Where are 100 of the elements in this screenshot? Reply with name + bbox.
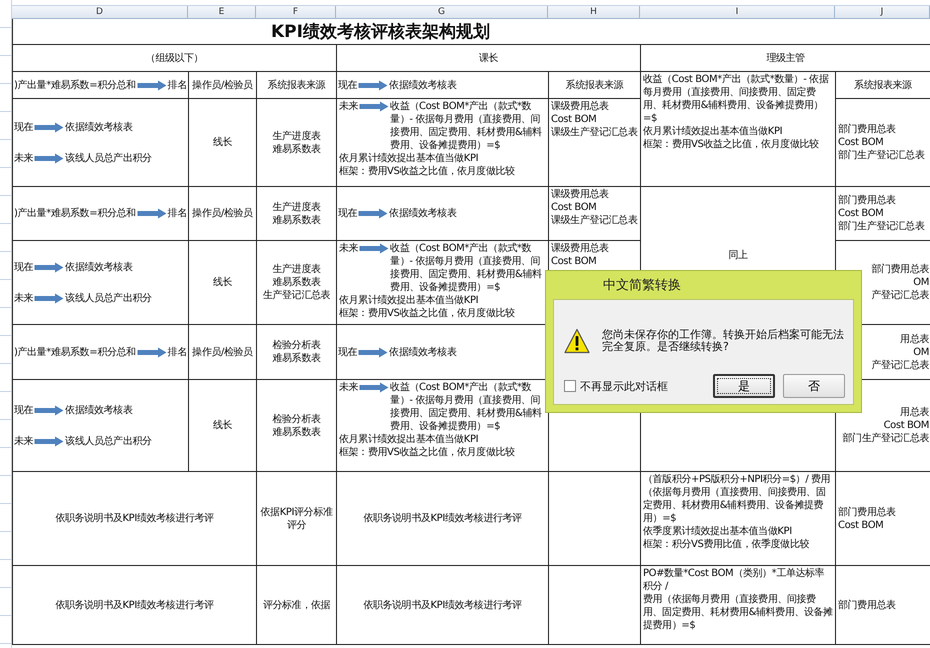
cell-text: 依职务说明书及KPI绩效考核进行考评 — [363, 598, 522, 612]
cell-text: )产出量*难易系数=积分总和 — [14, 207, 136, 220]
cell-text: 框架：费用VS收益之比值，依月度做比较 — [339, 165, 515, 178]
cell-text: 产登记汇总表 — [871, 289, 929, 302]
cell-text: 收益（Cost BOM*产出（款式*数量）- 依据每月费用（直接费用、间接费用、固定费用、耗材费用&辅料费用、设备摊提费用）=$ — [390, 242, 543, 294]
dialog-button[interactable]: 否 — [783, 374, 845, 398]
arrow-icon — [359, 243, 390, 254]
cell-text: 现在 — [14, 404, 34, 416]
dont-show-checkbox[interactable]: 不再显示此对话框 — [564, 378, 668, 394]
cell-text: 现在 — [338, 346, 358, 358]
cell-text: 生产进度表 — [272, 263, 320, 276]
cell-text: OM — [913, 276, 929, 289]
cell-text: 课级生产登记汇总表 — [551, 214, 638, 227]
cell-text: 排名 — [168, 78, 187, 92]
cell-text: 检验分析表 — [272, 339, 320, 352]
cell-text: 线长 — [212, 276, 232, 289]
arrow-icon — [136, 346, 167, 358]
cell-text: 框架：积分VS费用比值，依季度做比较 — [643, 538, 809, 551]
column-header[interactable]: G — [336, 6, 548, 18]
cell-text: 现在 — [14, 120, 34, 134]
cell-text: 检验分析表 — [272, 412, 320, 426]
cell-text: Cost BOM — [838, 207, 884, 220]
cell-text: 系统报表来源 — [268, 78, 326, 92]
arrow-icon — [34, 122, 64, 132]
cell-text: Cost BOM — [884, 419, 929, 432]
column-header[interactable]: F — [256, 6, 336, 18]
cell-text: 用总表 — [900, 406, 929, 419]
column-header[interactable]: H — [548, 6, 640, 18]
cell-text: 同上 — [728, 249, 748, 262]
cell-text: 难易系数表 — [272, 214, 320, 226]
cell-text: 排名 — [168, 207, 187, 220]
cell-text: Cost BOM — [551, 255, 596, 268]
cell-text: 难易系数表 — [272, 426, 320, 438]
cell-text: 现在 — [338, 78, 358, 92]
group-header: （组级以下） — [146, 52, 204, 64]
cell-text: 依据绩效考核表 — [65, 404, 132, 416]
cell-text: 依据KPI评分标准 — [260, 506, 332, 518]
cell-text: 依季度累计绩效捉出基本值当做KPI — [643, 525, 792, 538]
cell-text: 依据绩效考核表 — [389, 78, 456, 92]
arrow-icon — [34, 404, 64, 416]
cell-text: 框架：费用VS收益之比值，依月度做比较 — [339, 446, 515, 459]
cell-text: 依月累计绩效捉出基本值当做KPI — [339, 294, 478, 307]
cell-text: 依职务说明书及KPI绩效考核进行考评 — [363, 512, 522, 525]
cell-text: 现在 — [338, 207, 358, 220]
cell-text: Cost BOM — [551, 113, 596, 126]
arrow-icon — [34, 262, 64, 272]
cell-text: 课级费用总表 — [551, 188, 609, 201]
cell-text: 部门生产登记汇总表 — [838, 220, 924, 233]
cell-text: 操作员/检验员 — [192, 346, 253, 358]
cell-text: 未来 — [14, 152, 34, 164]
arrow-icon — [358, 346, 388, 358]
cell-text: 线长 — [212, 136, 232, 149]
cell-text: 部门生产登记汇总表 — [838, 149, 924, 162]
arrow-icon — [359, 101, 390, 112]
column-header[interactable]: I — [640, 6, 835, 18]
cell-text: Cost BOM — [551, 201, 596, 214]
cell-text: 部门费用总表 — [838, 123, 896, 136]
cell-text: 操作员/检验员 — [192, 207, 253, 220]
cell-text: 产登记汇总表 — [871, 358, 929, 372]
cell-text: 难易系数表 — [272, 352, 320, 365]
cell-text: 未来 — [14, 434, 34, 448]
sheet-title: KPI绩效考核评核表架构规划 — [271, 21, 490, 43]
cell-text: 该线人员总产出积分 — [65, 434, 152, 448]
cell-text: PO#数量*Cost BOM（类别）*工单达标率积分 / — [643, 567, 826, 593]
cell-text: 排名 — [168, 346, 187, 358]
cell-text: 生产登记汇总表 — [262, 289, 330, 302]
cell-text: 线长 — [212, 419, 232, 432]
cell-text: （首版积分+PS版积分+NPI积分=$）/ 费用（依据每月费用（直接费用、间接费用、固定费用、耗材费用&辅料费用、设备摊提费用）=$ — [643, 473, 832, 525]
cell-text: )产出量*难易系数=积分总和 — [14, 78, 136, 92]
column-header[interactable]: D — [12, 6, 188, 18]
column-header[interactable]: E — [188, 6, 256, 18]
cell-text: 系统报表来源 — [854, 78, 912, 92]
group-header: 理级主管 — [766, 52, 805, 64]
cell-text: 部门费用总表 — [838, 194, 896, 207]
cell-text: 依职务说明书及KPI绩效考核进行考评 — [55, 598, 214, 612]
cell-text: 框架：费用VS收益之比值，依月度做比较 — [339, 307, 515, 320]
dialog-title: 中文简繁转换 — [603, 277, 681, 294]
cell-text: 课级费用总表 — [551, 100, 609, 113]
cell-text: 依月累计绩效捉出基本值当做KPI — [643, 125, 782, 138]
cell-text: 难易系数表 — [272, 142, 320, 156]
cell-text: 依月累计绩效捉出基本值当做KPI — [339, 433, 478, 446]
dialog-button[interactable]: 是 — [713, 374, 775, 398]
cell-text: 操作员/检验员 — [192, 78, 253, 92]
cell-text: 部门费用总表 — [871, 263, 929, 276]
arrow-icon — [34, 152, 64, 164]
cell-text: 课级费用总表 — [551, 242, 609, 255]
column-header[interactable]: J — [835, 6, 930, 18]
cell-text: 难易系数表 — [272, 276, 320, 289]
arrow-icon — [358, 80, 388, 90]
cell-text: )产出量*难易系数=积分总和 — [14, 346, 136, 358]
cell-text: 用总表 — [900, 332, 929, 346]
cell-text: 依据绩效考核表 — [389, 207, 456, 220]
cell-text: 未来 — [14, 292, 34, 304]
cell-text: 系统报表来源 — [566, 78, 624, 92]
cell-text: 依据绩效考核表 — [65, 260, 132, 274]
cell-text: 费用（依据每月费用（直接费用、间接费用、固定费用、耗材费用&辅料费用、设备摊提费用）=$ — [643, 593, 833, 632]
cell-text: 收益（Cost BOM*产出（款式*数量）- 依据每月费用（直接费用、间接费用、固定费用、耗材费用&辅料费用、设备摊提费用）=$ — [390, 100, 543, 152]
cell-text: 评分标准，依据 — [262, 598, 330, 612]
cell-text: 部门费用总表 — [838, 598, 896, 612]
cell-text: 框架：费用VS收益之比值，依月度做比较 — [643, 138, 819, 151]
